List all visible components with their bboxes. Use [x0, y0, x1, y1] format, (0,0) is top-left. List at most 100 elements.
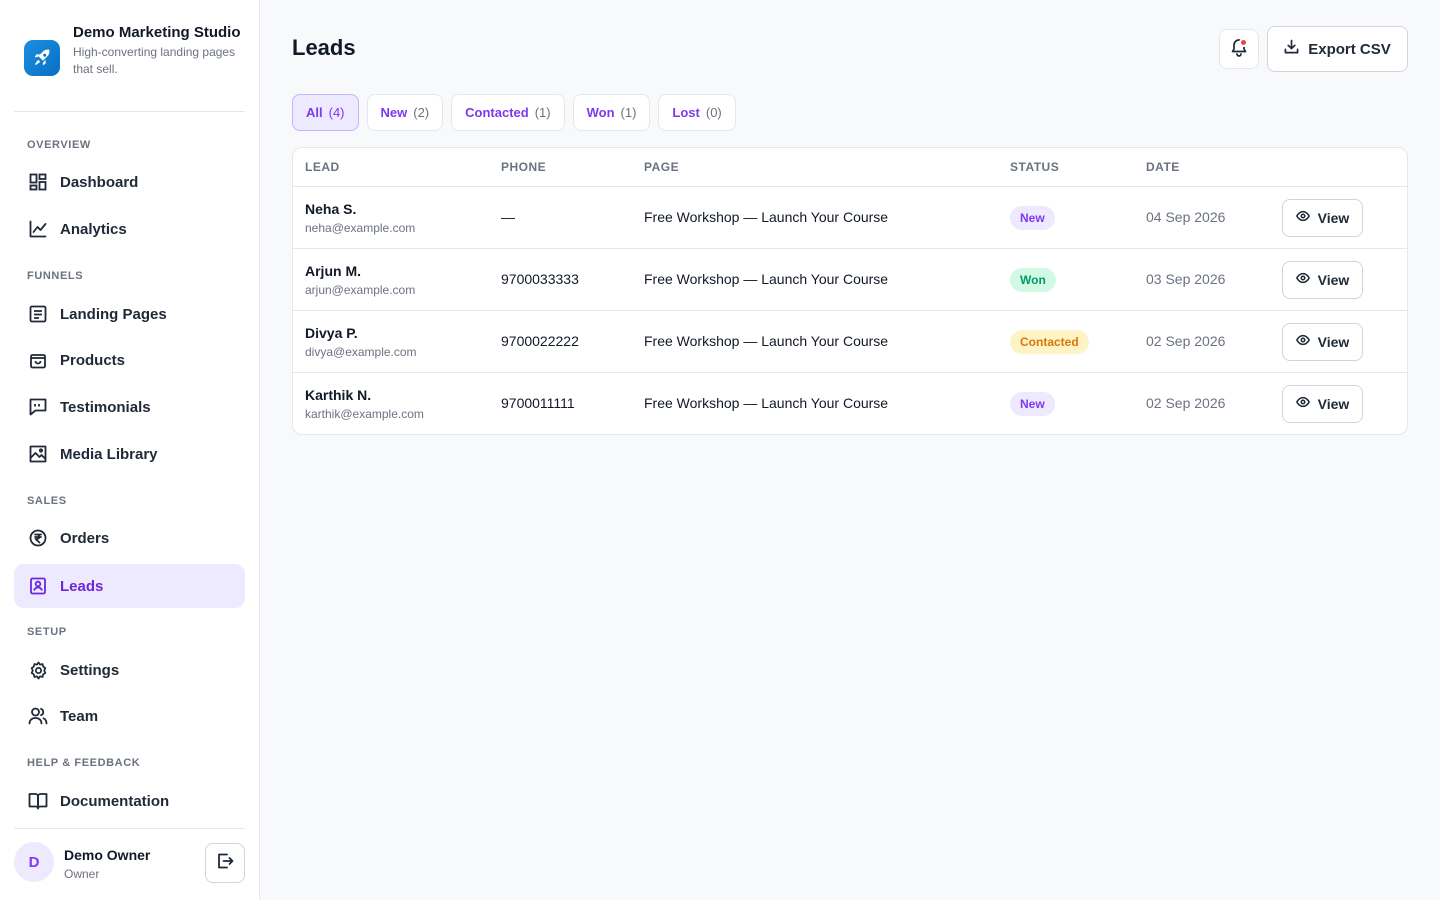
sidebar-item-orders[interactable]: Orders	[14, 516, 245, 560]
shopping-bag-icon	[28, 350, 48, 370]
filter-chip-label: Won	[586, 105, 615, 120]
lead-email: arjun@example.com	[305, 283, 416, 297]
view-label: View	[1317, 396, 1350, 412]
sidebar-item-dashboard[interactable]: Dashboard	[14, 160, 245, 204]
notification-dot	[1239, 38, 1248, 47]
sidebar-item-testimonials[interactable]: Testimonials	[14, 385, 245, 429]
lead-page: Free Workshop — Launch Your Course	[644, 333, 889, 349]
lead-name: Neha S.	[305, 201, 357, 217]
table-row: Divya P. divya@example.com 9700022222 Fr…	[293, 311, 1407, 373]
eye-icon	[1295, 271, 1310, 290]
filter-chip-label: Lost	[672, 105, 700, 120]
section-label-help: HELP & FEEDBACK	[27, 757, 141, 769]
sidebar-item-landing-pages[interactable]: Landing Pages	[14, 292, 245, 336]
filter-chip-lost[interactable]: Lost (0)	[658, 94, 736, 131]
lead-date: 04 Sep 2026	[1146, 209, 1226, 225]
sidebar-item-analytics[interactable]: Analytics	[14, 207, 245, 251]
sidebar-item-label: Products	[60, 351, 126, 369]
contact-book-icon	[28, 576, 48, 596]
status-filter-tabs: All (4) New (2) Contacted (1) Won (1) Lo…	[292, 94, 736, 131]
quote-bubble-icon	[28, 397, 48, 417]
column-header-status: STATUS	[1010, 160, 1060, 174]
avatar: D	[14, 842, 54, 882]
view-label: View	[1317, 210, 1350, 226]
section-label-sales: SALES	[27, 495, 67, 507]
rocket-logo-icon	[24, 40, 60, 76]
filter-chip-count: (4)	[328, 105, 345, 120]
logout-button[interactable]	[205, 843, 245, 883]
notifications-button[interactable]	[1219, 29, 1259, 69]
lead-phone: 9700033333	[501, 271, 579, 287]
lead-phone: 9700022222	[501, 333, 579, 349]
filter-chip-label: All	[306, 105, 323, 120]
sidebar-item-label: Media Library	[60, 445, 158, 463]
eye-icon	[1295, 395, 1310, 414]
sidebar-item-products[interactable]: Products	[14, 338, 245, 382]
sidebar-item-label: Analytics	[60, 220, 127, 238]
column-header-phone: PHONE	[501, 160, 547, 174]
brand-tagline: High-converting landing pages that sell.	[73, 45, 236, 76]
filter-chip-label: Contacted	[465, 105, 529, 120]
lead-email: neha@example.com	[305, 221, 416, 235]
filter-chip-count: (0)	[705, 105, 722, 120]
view-lead-button[interactable]: View	[1282, 199, 1363, 237]
book-open-icon	[28, 791, 48, 811]
status-badge: New	[1010, 392, 1055, 416]
sidebar-item-label: Orders	[60, 529, 110, 547]
status-badge: Won	[1010, 268, 1056, 292]
eye-icon	[1295, 209, 1310, 228]
section-label-funnels: FUNNELS	[27, 270, 84, 282]
filter-chip-new[interactable]: New (2)	[366, 94, 444, 131]
status-badge: New	[1010, 206, 1055, 230]
table-row: Karthik N. karthik@example.com 970001111…	[293, 373, 1407, 434]
status-badge: Contacted	[1010, 330, 1089, 354]
sidebar-item-label: Landing Pages	[60, 305, 167, 323]
sidebar-item-documentation[interactable]: Documentation	[14, 779, 245, 823]
sidebar-item-leads[interactable]: Leads	[14, 564, 245, 608]
table-row: Arjun M. arjun@example.com 9700033333 Fr…	[293, 249, 1407, 311]
view-label: View	[1317, 272, 1350, 288]
sidebar-item-team[interactable]: Team	[14, 694, 245, 738]
column-header-lead: LEAD	[305, 160, 340, 174]
table-header: LEAD PHONE PAGE STATUS DATE	[293, 148, 1407, 187]
filter-chip-won[interactable]: Won (1)	[572, 94, 651, 131]
lead-date: 02 Sep 2026	[1146, 395, 1226, 411]
filter-chip-count: (1)	[534, 105, 551, 120]
export-csv-label: Export CSV	[1308, 40, 1391, 58]
view-lead-button[interactable]: View	[1282, 261, 1363, 299]
lead-email: karthik@example.com	[305, 407, 424, 421]
sidebar-item-label: Leads	[60, 577, 104, 595]
logout-icon	[216, 852, 234, 875]
lead-name: Divya P.	[305, 325, 358, 341]
lead-page: Free Workshop — Launch Your Course	[644, 395, 889, 411]
lead-page: Free Workshop — Launch Your Course	[644, 209, 889, 225]
view-lead-button[interactable]: View	[1282, 323, 1363, 361]
sidebar-item-label: Documentation	[60, 792, 170, 810]
filter-chip-count: (2)	[413, 105, 430, 120]
users-icon	[28, 706, 48, 726]
sidebar-item-label: Testimonials	[60, 398, 151, 416]
view-lead-button[interactable]: View	[1282, 385, 1363, 423]
sidebar: Demo Marketing Studio High-converting la…	[0, 0, 260, 900]
image-icon	[28, 444, 48, 464]
download-icon	[1284, 39, 1299, 59]
filter-chip-all[interactable]: All (4)	[292, 94, 359, 131]
sidebar-item-settings[interactable]: Settings	[14, 648, 245, 692]
brand: Demo Marketing Studio High-converting la…	[14, 14, 245, 112]
chart-line-icon	[28, 219, 48, 239]
eye-icon	[1295, 333, 1310, 352]
sidebar-item-media-library[interactable]: Media Library	[14, 432, 245, 476]
lead-name: Arjun M.	[305, 263, 361, 279]
lead-phone: —	[501, 209, 515, 225]
user-role: Owner	[64, 867, 100, 881]
filter-chip-contacted[interactable]: Contacted (1)	[451, 94, 565, 131]
filter-chip-count: (1)	[620, 105, 637, 120]
export-csv-button[interactable]: Export CSV	[1267, 26, 1408, 72]
column-header-page: PAGE	[644, 160, 680, 174]
lead-name: Karthik N.	[305, 387, 372, 403]
dashboard-icon	[28, 172, 48, 192]
lead-date: 02 Sep 2026	[1146, 333, 1226, 349]
user-name: Demo Owner	[64, 847, 151, 863]
page-layout-icon	[28, 304, 48, 324]
lead-page: Free Workshop — Launch Your Course	[644, 271, 889, 287]
